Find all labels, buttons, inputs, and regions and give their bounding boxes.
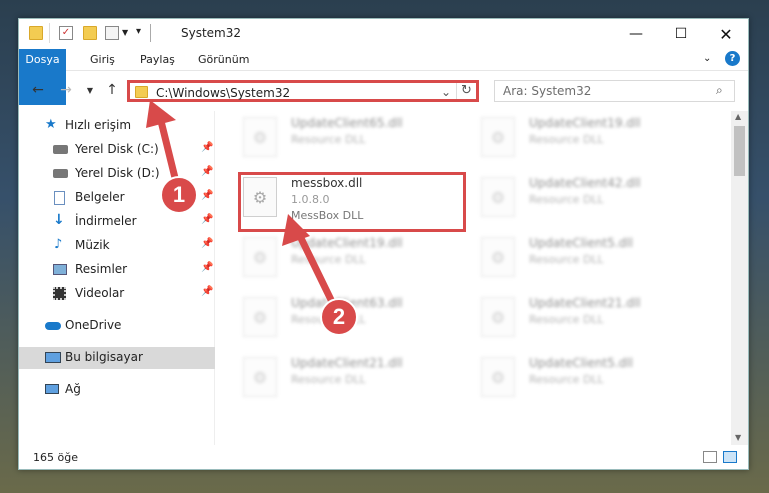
step-marker-1: 1 xyxy=(160,176,198,214)
annotation-arrows xyxy=(146,100,339,312)
step-marker-2: 2 xyxy=(320,298,358,336)
